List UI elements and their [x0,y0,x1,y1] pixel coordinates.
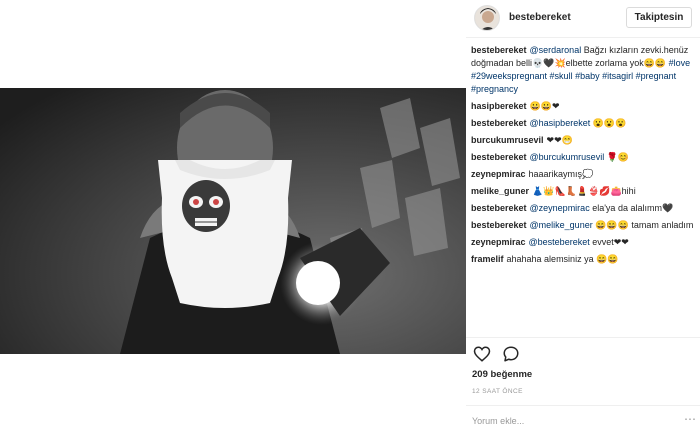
comment-username[interactable]: burcukumrusevil [471,135,544,145]
comment-text: ahahaha alemsiniz ya 😄😄 [506,254,619,264]
comment-item: hasipbereket 😀😀❤ [471,100,695,113]
comment-box: ⋯ [466,405,700,433]
comment-item: burcukumrusevil ❤❤😁 [471,134,695,147]
post-photo [0,88,466,354]
comment-username[interactable]: bestebereket [471,220,527,230]
post-image[interactable] [0,88,466,354]
post-timestamp: 12 SAAT ÖNCE [472,388,523,395]
header-username[interactable]: bestebereket [509,12,571,23]
comment-text: evvet❤❤ [589,237,629,247]
comment-item: bestebereket @zeynepmirac ela'ya da alalı… [471,202,695,215]
comment-text: ela'ya da alalımm🖤 [589,203,674,213]
comment-text: 😀😀❤ [529,101,560,111]
comment-link[interactable]: @zeynepmirac [530,203,590,213]
comment-username[interactable]: bestebereket [471,45,527,55]
heart-icon [473,346,491,362]
more-options-button[interactable]: ⋯ [684,412,696,428]
skull-print [182,180,230,232]
comment-username[interactable]: hasipbereket [471,101,527,111]
comment-button[interactable] [502,345,520,363]
comment-username[interactable]: bestebereket [471,203,527,213]
comment-item: framelif ahahaha alemsiniz ya 😄😄 [471,253,695,266]
post-sidebar: bestebereket Takiptesin bestebereket @ser… [466,0,700,433]
comment-username[interactable]: melike_guner [471,186,529,196]
comment-username[interactable]: zeynepmirac [471,237,526,247]
likes-count[interactable]: 209 beğenme [472,369,532,380]
avatar-image [475,6,499,30]
comment-item: bestebereket @burcukumrusevil 🌹😊 [471,151,695,164]
follow-button[interactable]: Takiptesin [626,7,692,28]
comment-item: zeynepmirac haaarikaymış💭 [471,168,695,181]
comment-username[interactable]: bestebereket [471,152,527,162]
comment-item: bestebereket @serdaronal Bağzı kızların z… [471,44,695,96]
comment-text: haaarikaymış💭 [528,169,594,179]
comment-input[interactable] [472,413,677,428]
comment-username[interactable]: bestebereket [471,118,527,128]
comment-link[interactable]: @hasipbereket [530,118,591,128]
comment-username[interactable]: framelif [471,254,504,264]
comment-item: zeynepmirac @bestebereket evvet❤❤ [471,236,695,249]
comment-username[interactable]: zeynepmirac [471,169,526,179]
comment-link[interactable]: @serdaronal [530,45,582,55]
post-header: bestebereket Takiptesin [466,0,700,38]
speech-bubble-icon [503,346,519,362]
comment-text: 😄😄😄 tamam anladım [592,220,694,230]
like-button[interactable] [473,345,491,363]
comment-text: 😮😮😮 [590,118,627,128]
post-actions: 209 beğenme 12 SAAT ÖNCE ⋯ [466,337,700,433]
comment-text: 🌹😊 [604,152,630,162]
comment-text: ❤❤😁 [546,135,573,145]
comments-list[interactable]: bestebereket @serdaronal Bağzı kızların z… [471,44,695,336]
comment-text: 👗👑👠👢💄👙💋👛hihi [532,186,636,196]
comment-item: melike_guner 👗👑👠👢💄👙💋👛hihi [471,185,695,198]
comment-link[interactable]: @bestebereket [529,237,590,247]
comment-item: bestebereket @melike_guner 😄😄😄 tamam anla… [471,219,695,232]
comment-link[interactable]: @burcukumrusevil [530,152,605,162]
comment-item: bestebereket @hasipbereket 😮😮😮 [471,117,695,130]
comment-link[interactable]: @melike_guner [530,220,593,230]
avatar[interactable] [474,5,500,31]
